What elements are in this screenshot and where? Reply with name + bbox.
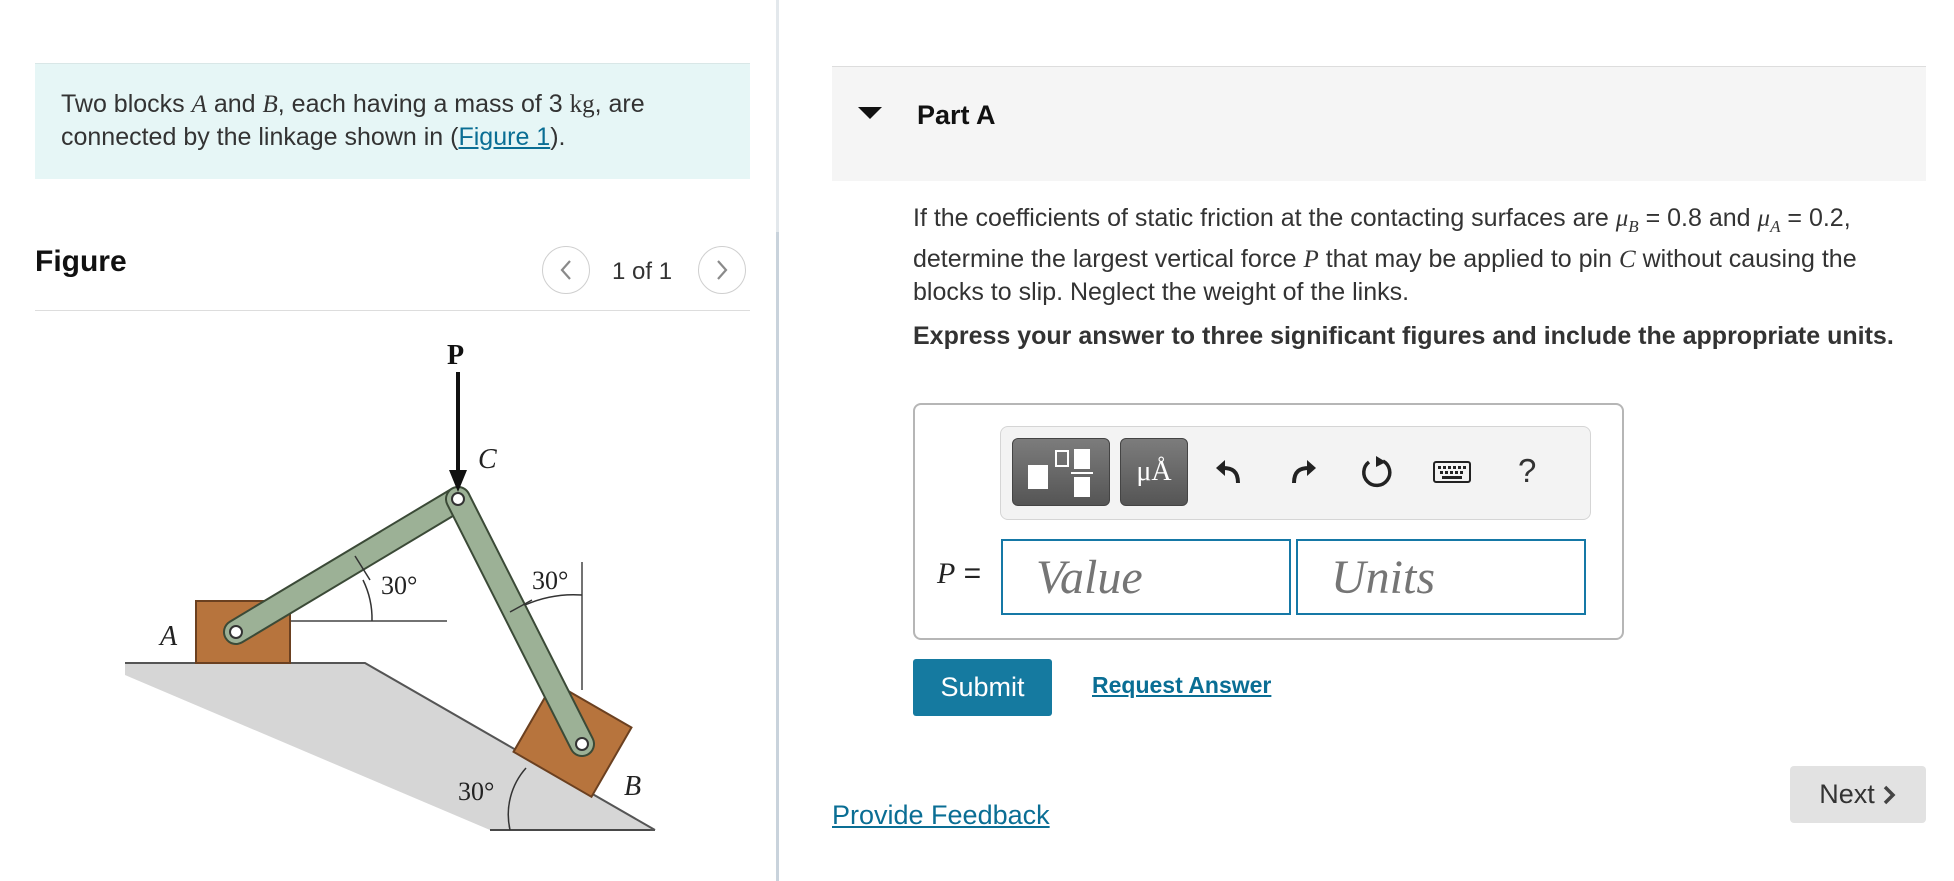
chevron-right-icon [717, 260, 728, 280]
mu-a-subscript: A [1770, 217, 1781, 236]
redo-button[interactable] [1283, 452, 1323, 492]
keyboard-button[interactable] [1432, 452, 1472, 492]
angle-arc-ac [362, 579, 373, 622]
var-p: P [1303, 246, 1319, 273]
force-arrow-p [449, 372, 467, 492]
part-title: Part A [917, 100, 996, 130]
link-bc [445, 486, 595, 757]
submit-button[interactable]: Submit [913, 659, 1052, 716]
figure-pager: 1 of 1 [612, 258, 673, 285]
intro-text: ). [550, 123, 566, 151]
question-segment: that may be applied to pin [1318, 245, 1619, 273]
equals-sign: = [955, 557, 982, 590]
pin-a [229, 625, 243, 639]
label-p: P [447, 340, 464, 371]
chevron-right-icon [1883, 785, 1896, 804]
figure-divider [35, 310, 750, 311]
value-input[interactable] [1001, 539, 1291, 615]
provide-feedback-link[interactable]: Provide Feedback [832, 800, 1050, 831]
problem-intro: Two blocks A and B, each having a mass o… [35, 63, 750, 179]
mu-b: μ [1615, 205, 1629, 232]
var-a: A [191, 91, 207, 118]
part-header[interactable] [832, 67, 1926, 181]
pin-c [451, 492, 465, 506]
templates-button[interactable] [1012, 438, 1110, 506]
fraction-template-icon [1028, 449, 1093, 497]
link-ac [223, 486, 471, 645]
label-angle-bc: 30° [532, 566, 568, 595]
var-c: C [1618, 246, 1636, 273]
keyboard-icon [1433, 461, 1471, 483]
figure-title: Figure [35, 245, 127, 278]
mu-a: μ [1757, 205, 1771, 232]
reset-icon [1362, 456, 1392, 488]
figure-link[interactable]: Figure 1 [458, 123, 550, 151]
question-text: If the coefficients of static friction a… [913, 202, 1926, 308]
answer-variable-label: P = [937, 557, 981, 591]
caret-down-icon[interactable] [858, 107, 882, 119]
label-angle-ac: 30° [381, 571, 417, 600]
pin-b [575, 737, 589, 751]
var-b: B [262, 91, 278, 118]
next-button[interactable]: Next [1790, 766, 1926, 823]
undo-icon [1216, 460, 1240, 484]
label-angle-incline: 30° [458, 777, 494, 806]
redo-icon [1292, 460, 1316, 484]
units-input[interactable] [1296, 539, 1586, 615]
unit-kg: kg [569, 91, 595, 118]
answer-instruction: Express your answer to three significant… [913, 322, 1894, 350]
intro-text: Two blocks [61, 90, 192, 118]
linkage-figure: P C A B 30° 30° 30° [125, 340, 656, 831]
chevron-left-icon [560, 260, 571, 280]
intro-text: , each having a mass of 3 [277, 90, 570, 118]
units-button[interactable]: μÅ [1120, 438, 1188, 506]
label-c: C [478, 444, 497, 475]
help-button[interactable]: ? [1518, 452, 1536, 490]
previous-figure-button[interactable] [542, 246, 590, 294]
mu-b-subscript: B [1628, 217, 1639, 236]
intro-text: and [206, 90, 263, 118]
next-figure-button[interactable] [698, 246, 746, 294]
next-label: Next [1819, 779, 1875, 809]
angle-arc-bc [524, 593, 583, 606]
request-answer-link[interactable]: Request Answer [1092, 672, 1271, 699]
question-segment: = 0.8 and [1638, 204, 1758, 232]
question-segment: If the coefficients of static friction a… [913, 204, 1616, 232]
column-divider-top [776, 0, 779, 232]
label-b: B [624, 771, 641, 802]
reset-button[interactable] [1357, 452, 1397, 492]
var-p-answer: P [937, 557, 956, 590]
undo-button[interactable] [1209, 452, 1249, 492]
label-a: A [158, 621, 178, 652]
